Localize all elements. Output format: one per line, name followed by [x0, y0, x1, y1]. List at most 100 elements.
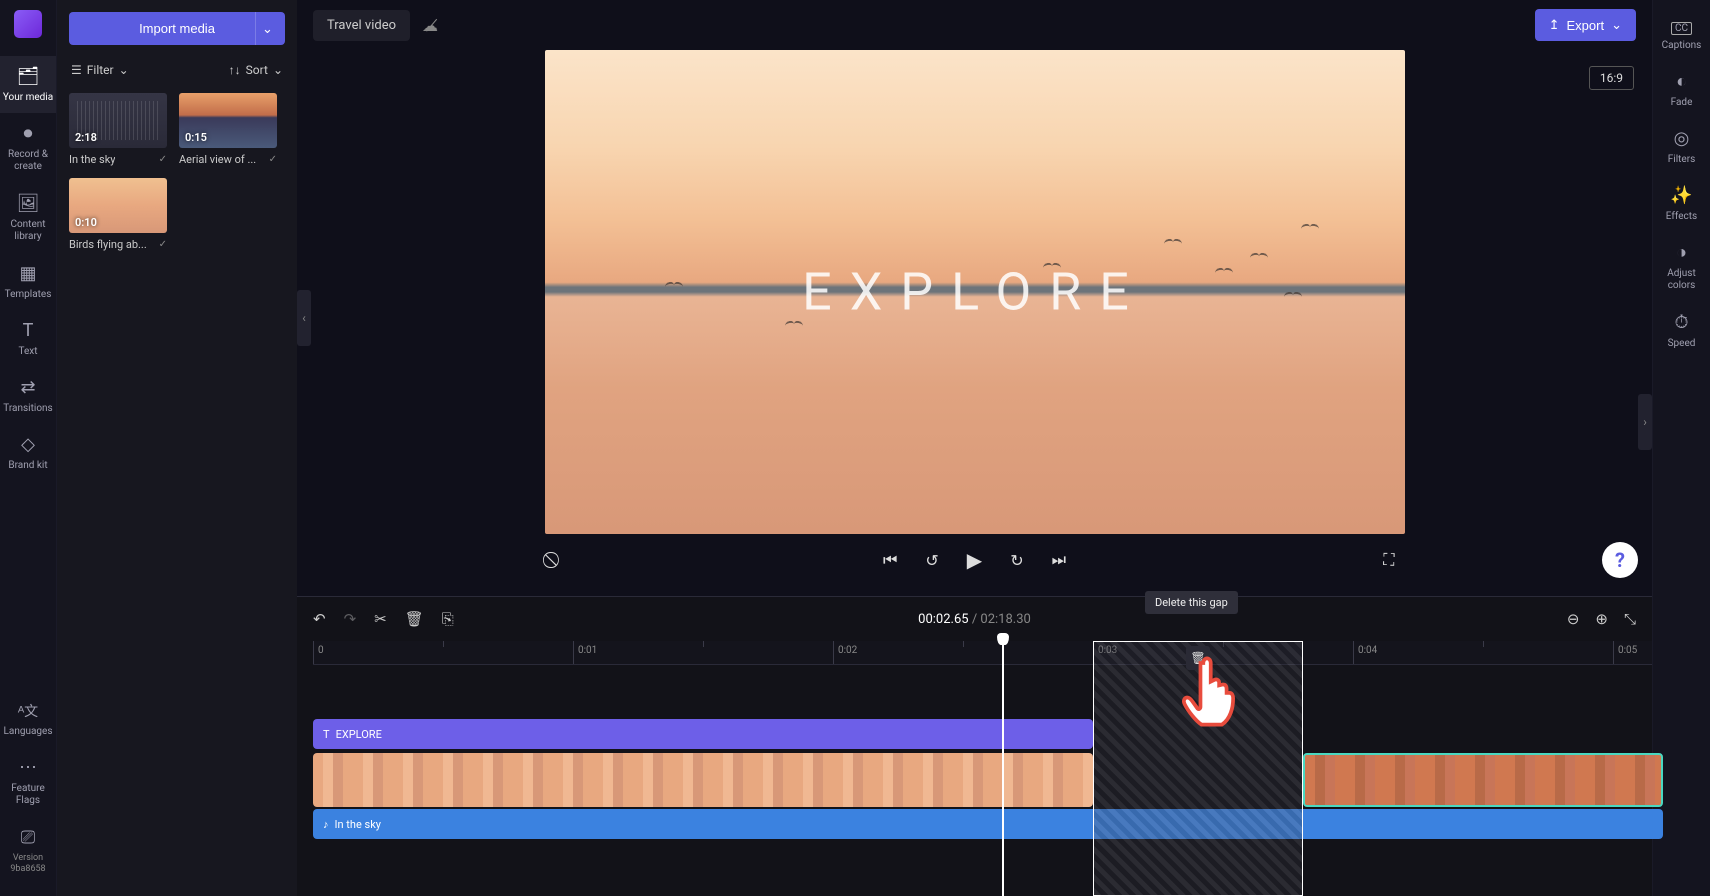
collapse-left-panel[interactable]: ‹ — [297, 290, 311, 346]
sidebar-item-version[interactable]: ⎚ Version 9ba8658 — [0, 817, 56, 886]
sidebar-item-captions[interactable]: CC Captions — [1653, 12, 1710, 61]
current-time: 00:02.65 — [918, 612, 968, 627]
fit-timeline-button[interactable]: ⤡ — [1624, 610, 1636, 628]
aspect-ratio-badge[interactable]: 16:9 — [1589, 66, 1634, 90]
export-label: Export — [1567, 18, 1605, 33]
help-button[interactable]: ? — [1602, 542, 1638, 578]
sidebar-item-speed[interactable]: ⏱ Speed — [1653, 302, 1710, 359]
project-name-input[interactable]: Travel video — [313, 10, 410, 41]
zoom-in-button[interactable]: ⊕ — [1595, 610, 1608, 628]
text-clip-label: EXPLORE — [336, 728, 382, 741]
sidebar-item-fade[interactable]: ◐ Fade — [1653, 61, 1710, 118]
gap-selection[interactable]: 🗑 — [1093, 641, 1303, 896]
sidebar-label: Brand kit — [8, 460, 47, 471]
video-clip-2[interactable] — [1303, 753, 1663, 807]
sidebar-label: Transitions — [3, 403, 52, 414]
app-logo[interactable] — [14, 10, 42, 38]
sidebar-item-templates[interactable]: ▦ Templates — [0, 253, 56, 310]
sidebar-label: Record & create — [0, 149, 56, 173]
templates-icon: ▦ — [19, 263, 36, 284]
export-button[interactable]: ↥ Export ⌄ — [1535, 9, 1636, 41]
speed-icon: ⏱ — [1674, 312, 1688, 333]
audio-clip-label: In the sky — [335, 818, 381, 831]
sidebar-item-record-create[interactable]: ⏺ Record & create — [0, 113, 56, 183]
sidebar-item-languages[interactable]: ᴬ文 Languages — [0, 691, 56, 747]
sidebar-item-content-library[interactable]: 🖼 Content library — [0, 183, 56, 253]
text-icon: T — [23, 320, 34, 341]
preview-overlay-text: EXPLORE — [802, 262, 1147, 323]
sidebar-item-adjust-colors[interactable]: ◑ Adjust colors — [1653, 232, 1710, 302]
media-panel: Import media ⌄ ☰ Filter ⌄ ↑↓ Sort ⌄ 2:18 — [57, 0, 297, 896]
captions-icon: CC — [1671, 22, 1692, 35]
media-name: Birds flying ab... — [69, 238, 147, 251]
video-clip-1[interactable] — [313, 753, 1093, 807]
ruler-tick: 0:05 — [1613, 641, 1637, 664]
library-icon: 🖼 — [17, 193, 40, 214]
audio-track[interactable]: ♪ In the sky — [313, 809, 1652, 839]
ruler-tick: 0:01 — [573, 641, 597, 664]
audio-clip[interactable]: ♪ In the sky — [313, 809, 1663, 839]
delete-button[interactable]: 🗑 — [405, 610, 424, 628]
chevron-down-icon: ⌄ — [273, 63, 283, 77]
chevron-down-icon[interactable]: ⌄ — [255, 12, 279, 45]
ruler-tick: 0 — [313, 641, 324, 664]
sidebar-item-brand-kit[interactable]: ◇ Brand kit — [0, 424, 56, 481]
upload-icon: ↥ — [1549, 17, 1560, 33]
import-label: Import media — [139, 21, 215, 36]
duplicate-button[interactable]: ⎘ — [442, 610, 454, 628]
check-icon: ✓ — [159, 239, 167, 250]
chevron-down-icon: ⌄ — [1611, 17, 1622, 33]
zoom-out-button[interactable]: ⊖ — [1567, 610, 1580, 628]
split-button[interactable]: ✂ — [374, 610, 387, 628]
media-thumbnail[interactable]: 0:15 — [179, 93, 277, 148]
video-track[interactable] — [313, 753, 1652, 807]
timeline-ruler[interactable]: 0 0:01 0:02 0:03 0:04 0:05 — [313, 641, 1652, 665]
forward-icon[interactable]: ↻ — [1010, 551, 1023, 570]
chevron-down-icon: ⌄ — [119, 63, 129, 77]
rewind-icon[interactable]: ↺ — [925, 551, 938, 570]
media-thumbnail[interactable]: 2:18 — [69, 93, 167, 148]
skip-next-icon[interactable]: ⏭ — [1052, 550, 1066, 570]
filters-icon: ◎ — [1674, 128, 1690, 149]
text-track[interactable]: T EXPLORE — [313, 719, 1652, 749]
media-item[interactable]: 0:15 Aerial view of ... ✓ — [179, 93, 277, 166]
play-button[interactable]: ▶ — [967, 548, 982, 572]
playhead[interactable] — [1002, 641, 1004, 896]
filter-dropdown[interactable]: ☰ Filter ⌄ — [71, 63, 129, 77]
timeline: ↶ ↷ ✂ 🗑 ⎘ 00:02.65 / 02:18.30 ⊖ ⊕ ⤡ Dele… — [297, 596, 1652, 896]
sidebar-item-feature-flags[interactable]: ⋯ Feature Flags — [0, 747, 56, 817]
music-icon: ♪ — [323, 818, 329, 831]
sidebar-item-effects[interactable]: ✨ Effects — [1653, 175, 1710, 232]
check-icon: ✓ — [159, 154, 167, 165]
undo-button[interactable]: ↶ — [313, 610, 326, 628]
sidebar-label: Effects — [1666, 211, 1697, 222]
sidebar-item-your-media[interactable]: 🗂 Your media — [0, 56, 56, 113]
media-item[interactable]: 0:10 Birds flying ab... ✓ — [69, 178, 167, 251]
main-area: Travel video ☁̸ ↥ Export ⌄ ‹ 16:9 EXPLOR… — [297, 0, 1652, 896]
text-clip[interactable]: T EXPLORE — [313, 719, 1093, 749]
skip-prev-icon[interactable]: ⏮ — [883, 550, 897, 570]
record-icon: ⏺ — [24, 123, 33, 144]
flags-icon: ⋯ — [19, 757, 37, 778]
sort-dropdown[interactable]: ↑↓ Sort ⌄ — [229, 63, 283, 77]
adjust-colors-icon: ◑ — [1676, 242, 1687, 263]
sidebar-label: Speed — [1668, 338, 1696, 349]
import-media-button[interactable]: Import media ⌄ — [69, 12, 285, 45]
media-item[interactable]: 2:18 In the sky ✓ — [69, 93, 167, 166]
delete-gap-button[interactable]: 🗑 — [1186, 646, 1210, 670]
media-duration: 2:18 — [75, 131, 97, 144]
collapse-right-panel[interactable]: › — [1638, 394, 1652, 450]
sidebar-item-filters[interactable]: ◎ Filters — [1653, 118, 1710, 175]
video-preview[interactable]: EXPLORE — [545, 50, 1405, 534]
sidebar-label: Languages — [4, 726, 53, 737]
preview-area: ‹ 16:9 EXPLORE ⃠ ⏮ ↺ ▶ ↻ ⏭ — [297, 50, 1652, 596]
redo-button[interactable]: ↷ — [344, 610, 357, 628]
fullscreen-icon[interactable]: ⛶ — [1383, 550, 1394, 570]
timeline-tracks[interactable]: 🗑 T EXPLORE — [313, 665, 1652, 896]
effects-icon: ✨ — [1670, 185, 1692, 206]
sidebar-label: Templates — [5, 289, 52, 300]
sidebar-item-text[interactable]: T Text — [0, 310, 56, 367]
sidebar-item-transitions[interactable]: ⇄ Transitions — [0, 367, 56, 424]
media-thumbnail[interactable]: 0:10 — [69, 178, 167, 233]
cloud-status-icon[interactable]: ☁̸ — [422, 16, 438, 35]
